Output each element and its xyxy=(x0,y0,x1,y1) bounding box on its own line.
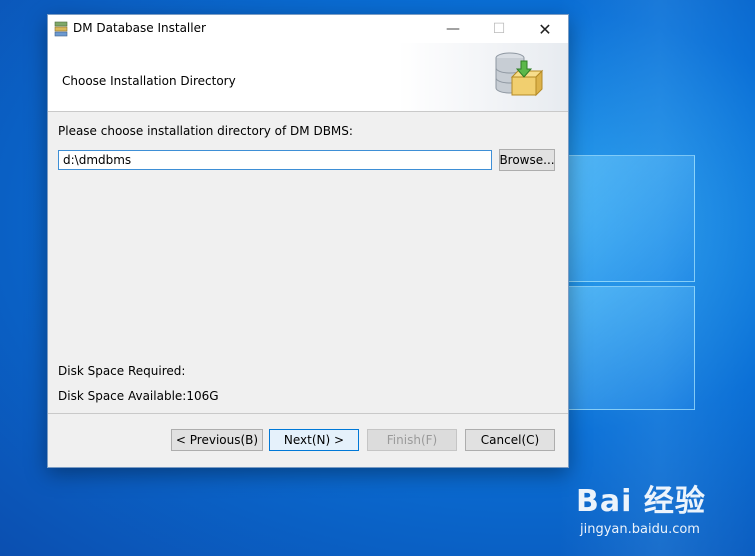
title-bar[interactable]: DM Database Installer — ☐ ✕ xyxy=(48,15,568,43)
desktop-window-logo-pane xyxy=(567,155,695,282)
next-button[interactable]: Next(N) > xyxy=(269,429,359,451)
directory-prompt: Please choose installation directory of … xyxy=(58,124,353,138)
previous-button[interactable]: < Previous(B) xyxy=(171,429,263,451)
finish-button[interactable]: Finish(F) xyxy=(367,429,457,451)
disk-space-available-label: Disk Space Available:106G xyxy=(58,389,219,403)
watermark-url: jingyan.baidu.com xyxy=(580,522,700,537)
cancel-button[interactable]: Cancel(C) xyxy=(465,429,555,451)
footer-divider xyxy=(48,413,568,414)
close-button[interactable]: ✕ xyxy=(522,15,568,43)
wizard-header: Choose Installation Directory xyxy=(48,43,568,112)
install-directory-input[interactable] xyxy=(58,150,492,170)
desktop-window-logo-pane xyxy=(567,286,695,410)
window-title: DM Database Installer xyxy=(73,21,206,35)
disk-space-required-label: Disk Space Required: xyxy=(58,364,186,378)
minimize-button[interactable]: — xyxy=(430,15,476,43)
maximize-button[interactable]: ☐ xyxy=(476,15,522,43)
baidu-jingyan-watermark: Bai 经验 jingyan.baidu.com xyxy=(576,476,746,546)
installer-window: DM Database Installer — ☐ ✕ Choose Insta… xyxy=(47,14,569,468)
watermark-brand: Bai 经验 xyxy=(576,484,706,519)
wizard-step-title: Choose Installation Directory xyxy=(62,74,236,88)
installer-app-icon xyxy=(54,21,68,37)
browse-button[interactable]: Browse... xyxy=(499,149,555,171)
database-install-icon xyxy=(495,52,544,97)
